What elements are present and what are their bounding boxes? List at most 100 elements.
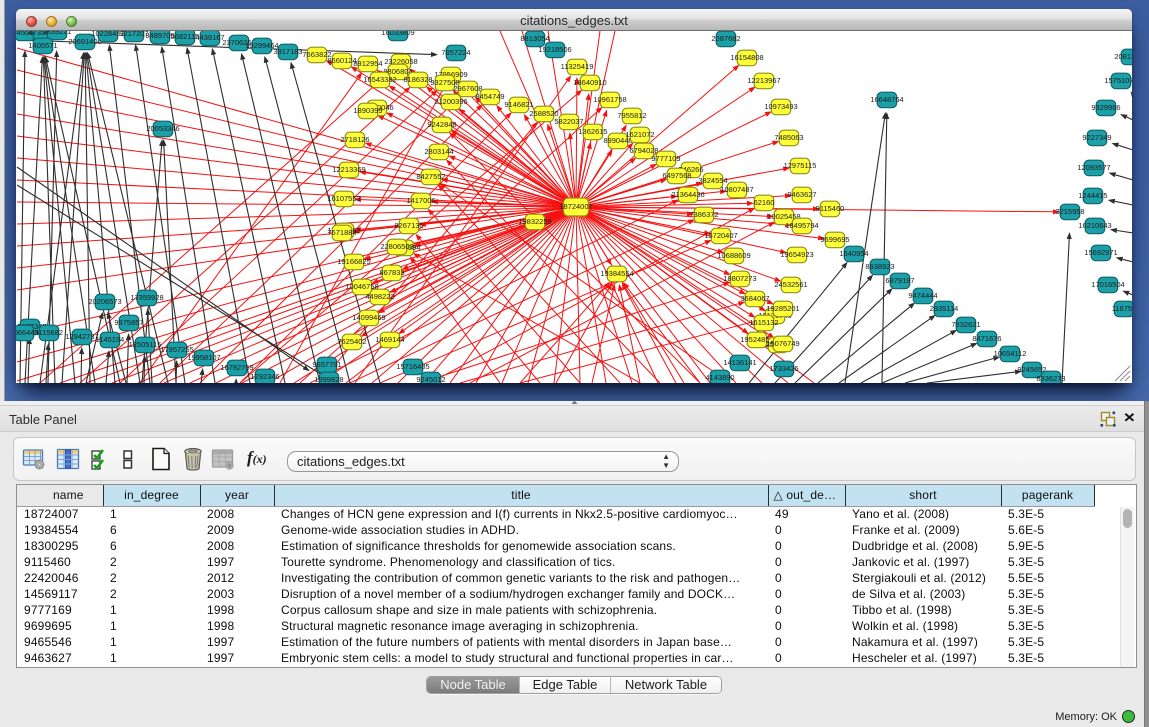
svg-text:9777109: 9777109: [651, 154, 680, 163]
svg-text:18807273: 18807273: [723, 274, 756, 283]
svg-text:9115460: 9115460: [816, 204, 845, 213]
svg-text:9329966: 9329966: [1091, 103, 1120, 112]
svg-text:18640910: 18640910: [573, 78, 606, 87]
svg-text:1469144: 1469144: [375, 335, 404, 344]
svg-text:867833: 867833: [379, 268, 404, 277]
svg-text:1115682: 1115682: [35, 328, 63, 337]
svg-text:8938923: 8938923: [865, 262, 894, 271]
svg-text:16210643: 16210643: [1078, 221, 1111, 230]
svg-text:1621072: 1621072: [625, 130, 654, 139]
svg-text:1839221: 1839221: [42, 31, 71, 36]
svg-text:116753: 116753: [1112, 304, 1132, 313]
svg-text:12975115: 12975115: [784, 161, 817, 170]
svg-text:8454749: 8454749: [475, 92, 504, 101]
svg-text:20206573: 20206573: [88, 297, 121, 306]
svg-text:10973493: 10973493: [764, 102, 797, 111]
svg-text:10961758: 10961758: [593, 95, 626, 104]
svg-text:15716485: 15716485: [396, 362, 429, 371]
svg-text:1999828: 1999828: [314, 375, 343, 383]
svg-text:4439167: 4439167: [195, 33, 224, 42]
svg-text:21364436: 21364436: [671, 190, 704, 199]
svg-text:1615132: 1615132: [749, 318, 778, 327]
svg-text:18724007: 18724007: [559, 202, 592, 211]
svg-text:19654923: 19654923: [780, 250, 813, 259]
svg-text:19384554: 19384554: [600, 269, 633, 278]
svg-text:7857224: 7857224: [441, 48, 470, 57]
svg-text:21200396: 21200396: [434, 97, 467, 106]
svg-text:2087682: 2087682: [711, 34, 740, 43]
svg-text:1405571: 1405571: [28, 41, 57, 50]
svg-text:18495794: 18495794: [785, 221, 818, 230]
svg-text:16033809: 16033809: [381, 31, 414, 37]
svg-text:1292346: 1292346: [250, 372, 279, 381]
svg-text:11325419: 11325419: [561, 62, 594, 71]
svg-text:2803144: 2803144: [424, 147, 453, 156]
svg-text:2718126: 2718126: [340, 135, 369, 144]
svg-text:7386372: 7386372: [689, 210, 718, 219]
svg-text:8336273: 8336273: [1036, 374, 1065, 383]
svg-text:9146821: 9146821: [504, 100, 533, 109]
svg-text:14136141: 14136141: [723, 358, 756, 367]
svg-text:12213369: 12213369: [332, 165, 365, 174]
svg-text:16543382: 16543382: [363, 75, 396, 84]
svg-text:12093577: 12093577: [1077, 163, 1110, 172]
svg-text:5822037: 5822037: [554, 117, 583, 126]
svg-text:9657791: 9657791: [312, 360, 341, 369]
svg-text:16782759: 16782759: [220, 363, 253, 372]
svg-text:6497568: 6497568: [662, 171, 691, 180]
svg-text:19166825: 19166825: [337, 257, 370, 266]
svg-text:62160: 62160: [754, 198, 775, 207]
svg-text:19832259: 19832259: [518, 217, 551, 226]
svg-text:9242848: 9242848: [427, 120, 456, 129]
svg-text:7671884: 7671884: [327, 228, 356, 237]
svg-text:2935114: 2935114: [930, 304, 959, 313]
svg-text:9245012: 9245012: [416, 375, 445, 383]
svg-text:8660124: 8660124: [327, 56, 356, 65]
svg-text:8912954: 8912954: [353, 59, 382, 68]
svg-text:1417006: 1417006: [406, 196, 435, 205]
svg-text:7625402: 7625402: [337, 337, 366, 346]
svg-text:3215958: 3215958: [1055, 207, 1084, 216]
svg-text:15720407: 15720407: [704, 231, 737, 240]
svg-text:4143890: 4143890: [705, 373, 734, 382]
svg-text:15692971: 15692971: [1084, 248, 1117, 257]
svg-text:16107553: 16107553: [327, 194, 360, 203]
svg-text:19285201: 19285201: [766, 304, 799, 313]
svg-text:19958107: 19958107: [187, 353, 220, 362]
svg-text:12942737: 12942737: [65, 332, 98, 341]
svg-text:9463627: 9463627: [787, 190, 816, 199]
svg-text:1890399: 1890399: [353, 106, 382, 115]
svg-text:17016504: 17016504: [1091, 280, 1124, 289]
svg-text:9975857: 9975857: [114, 318, 143, 327]
svg-text:4498222: 4498222: [365, 292, 394, 301]
svg-text:8267130: 8267130: [394, 221, 423, 230]
svg-text:6879197: 6879197: [885, 276, 914, 285]
svg-text:7632621: 7632621: [951, 320, 980, 329]
svg-text:3824554: 3824554: [698, 176, 727, 185]
svg-text:7955812: 7955812: [617, 111, 646, 120]
svg-text:16648764: 16648764: [870, 95, 903, 104]
svg-text:16154808: 16154808: [730, 53, 763, 62]
svg-text:20813640: 20813640: [1114, 52, 1132, 61]
svg-text:1145194: 1145194: [96, 335, 125, 344]
svg-text:20691406: 20691406: [68, 37, 101, 46]
svg-text:17359928: 17359928: [130, 293, 163, 302]
svg-text:8471676: 8471676: [972, 334, 1001, 343]
svg-text:24532561: 24532561: [774, 280, 807, 289]
svg-text:10654112: 10654112: [994, 349, 1027, 358]
svg-text:1733426: 1733426: [769, 364, 798, 373]
svg-text:15076749: 15076749: [766, 339, 799, 348]
svg-text:20053346: 20053346: [146, 124, 179, 133]
svg-text:12213967: 12213967: [747, 76, 780, 85]
svg-text:8813054: 8813054: [520, 34, 549, 43]
svg-text:10807487: 10807487: [720, 185, 753, 194]
svg-text:9227349: 9227349: [1082, 133, 1111, 142]
svg-text:1640954: 1640954: [839, 249, 868, 258]
svg-text:10688609: 10688609: [717, 251, 750, 260]
svg-text:9699695: 9699695: [820, 235, 849, 244]
svg-text:1244415: 1244415: [1078, 191, 1107, 200]
svg-text:3684067: 3684067: [740, 294, 769, 303]
svg-text:8427552: 8427552: [416, 172, 445, 181]
svg-text:19218506: 19218506: [538, 45, 571, 54]
svg-text:7485063: 7485063: [774, 133, 803, 142]
